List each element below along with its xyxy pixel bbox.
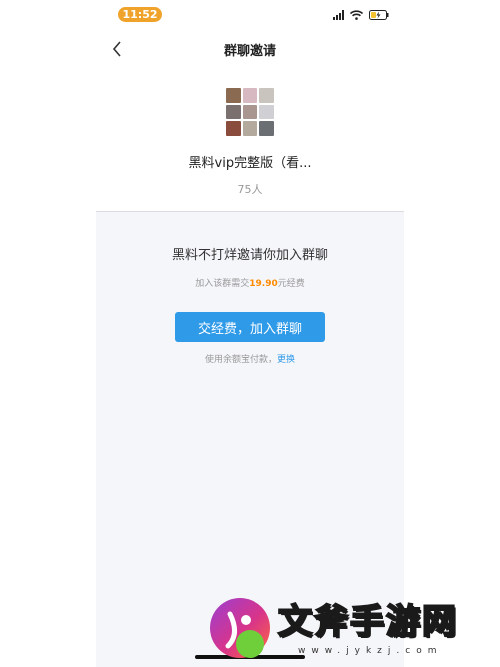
group-name: 黑料vip完整版（看... <box>188 156 312 171</box>
member-avatar-thumb <box>259 104 274 120</box>
status-time: 11:52 <box>118 7 162 22</box>
member-avatar-thumb <box>259 121 274 136</box>
nav-bar: 群聊邀请 <box>96 34 404 64</box>
group-avatar[interactable] <box>226 88 274 136</box>
battery-charging-icon <box>369 10 389 20</box>
invite-message: 黑料不打烊邀请你加入群聊 <box>171 248 328 263</box>
payment-text: 使用余额宝付款， <box>204 355 277 365</box>
member-count: 75人 <box>237 183 263 196</box>
status-bar: 11:52 <box>96 0 404 30</box>
fee-suffix: 元经费 <box>277 279 305 289</box>
page-title: 群聊邀请 <box>223 44 276 59</box>
fee-amount: 19.90 <box>249 279 278 289</box>
member-avatar-thumb <box>242 88 258 103</box>
fee-prefix: 加入该群需交 <box>195 279 250 289</box>
member-avatar-thumb <box>259 88 274 103</box>
member-avatar-thumb <box>226 121 241 136</box>
wifi-icon <box>350 10 363 20</box>
member-avatar-thumb <box>226 88 241 103</box>
group-header: 黑料vip完整版（看... 75人 <box>96 80 404 212</box>
payment-method-line: 使用余额宝付款，更换 <box>96 352 404 365</box>
member-avatar-thumb <box>242 121 258 136</box>
watermark-url: www.jykzj.com <box>298 646 443 656</box>
signal-icon <box>333 10 344 20</box>
member-avatar-thumb <box>226 104 241 120</box>
watermark-title: 文斧手游网 <box>277 601 458 643</box>
join-group-button[interactable]: 交经费，加入群聊 <box>175 312 325 342</box>
group-invite-page: 11:52 群聊邀请 黑料vip完整版（看... 75人 黑料不打烊邀请你加入群… <box>0 0 500 667</box>
watermark: 文斧手游网 www.jykzj.com <box>200 588 500 667</box>
status-icons <box>333 8 389 22</box>
fee-line: 加入该群需交19.90元经费 <box>96 276 404 289</box>
watermark-logo-icon <box>210 598 270 658</box>
change-payment-link[interactable]: 更换 <box>277 355 295 365</box>
member-avatar-thumb <box>242 104 258 120</box>
